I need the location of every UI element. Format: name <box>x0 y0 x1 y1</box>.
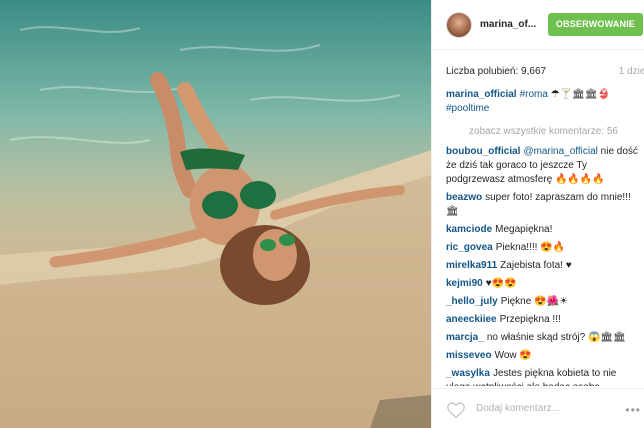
comment-item: kamciode Megapiękna! <box>446 223 641 237</box>
likes-row: Liczba polubień: 9,667 1 dzień <box>446 66 644 80</box>
comment-item: ric_govea Piekna!!!! 😍🔥 <box>446 241 641 255</box>
comment-item: _wasylkaJestes piękna kobieta to nie ule… <box>446 367 641 386</box>
comment-item: aneeckiiee Przepiękna !!! <box>446 313 641 327</box>
comment-text: ♥😍😍 <box>485 278 517 289</box>
comment-username[interactable]: mirelka911 <box>446 260 497 271</box>
comment-text: Przepiękna !!! <box>499 314 561 325</box>
comment-username[interactable]: ric_govea <box>446 242 493 253</box>
comment-text: no właśnie skąd strój? 😱🏛🏛 <box>486 332 626 343</box>
heart-icon[interactable] <box>446 401 466 419</box>
caption: marina_official #roma ☂🍸🏛🏛👙 #pooltime <box>446 88 641 116</box>
comment-username[interactable]: marcja_ <box>446 332 484 343</box>
comment-text: Zajebista fota! ♥ <box>500 260 572 271</box>
comment-username[interactable]: _hello_july <box>446 296 498 307</box>
comment-item: misseveo Wow 😍 <box>446 349 641 363</box>
view-all-comments-link[interactable]: zobacz wszystkie komentarze: 56 <box>446 120 641 145</box>
comment-username[interactable]: _wasylka <box>446 368 490 379</box>
comment-username[interactable]: boubou_official <box>446 146 520 157</box>
hashtag-pooltime[interactable]: #pooltime <box>446 103 489 114</box>
comment-item: boubou_official @marina_official nie dość… <box>446 145 641 187</box>
post-footer: Dodaj komentarz... ••• <box>432 388 644 428</box>
more-options-icon[interactable]: ••• <box>625 403 641 417</box>
caption-username[interactable]: marina_official <box>446 89 517 100</box>
author-username[interactable]: marina_of... <box>480 19 536 30</box>
comment-mention[interactable]: @marina_official <box>523 146 597 157</box>
comment-item: kejmi90 ♥😍😍 <box>446 277 641 291</box>
post-photo[interactable] <box>0 0 431 428</box>
follow-button[interactable]: OBSERWOWANIE <box>548 13 643 36</box>
comment-text: Megapiękna! <box>495 224 553 235</box>
comment-username[interactable]: aneeckiiee <box>446 314 497 325</box>
add-comment-input[interactable]: Dodaj komentarz... <box>476 403 560 414</box>
comment-item: marcja_ no właśnie skąd strój? 😱🏛🏛 <box>446 331 641 345</box>
hashtag-roma[interactable]: #roma <box>520 89 548 100</box>
comment-username[interactable]: beazwo <box>446 192 482 203</box>
post-header: marina_of... OBSERWOWANIE <box>432 0 644 50</box>
comment-item: mirelka911 Zajebista fota! ♥ <box>446 259 641 273</box>
comment-item: beazwo super foto! zapraszam do mnie!!! 🏛 <box>446 191 641 219</box>
comment-text: Piękne 😍🌺☀ <box>500 296 568 307</box>
post-side-panel: marina_of... OBSERWOWANIE Liczba polubie… <box>431 0 644 428</box>
comments-list[interactable]: marina_official #roma ☂🍸🏛🏛👙 #pooltime zob… <box>446 88 641 386</box>
comment-username[interactable]: misseveo <box>446 350 492 361</box>
post-time[interactable]: 1 dzień <box>619 66 644 77</box>
comment-username[interactable]: kamciode <box>446 224 492 235</box>
author-avatar[interactable] <box>446 12 472 38</box>
comment-text: Wow 😍 <box>494 350 532 361</box>
comment-text: Piekna!!!! 😍🔥 <box>495 242 566 253</box>
caption-text: ☂🍸🏛🏛👙 <box>547 89 610 100</box>
comment-item: _hello_july Piękne 😍🌺☀ <box>446 295 641 309</box>
comment-username[interactable]: kejmi90 <box>446 278 483 289</box>
likes-count[interactable]: Liczba polubień: 9,667 <box>446 66 546 77</box>
beach-pool-illustration <box>0 0 431 428</box>
